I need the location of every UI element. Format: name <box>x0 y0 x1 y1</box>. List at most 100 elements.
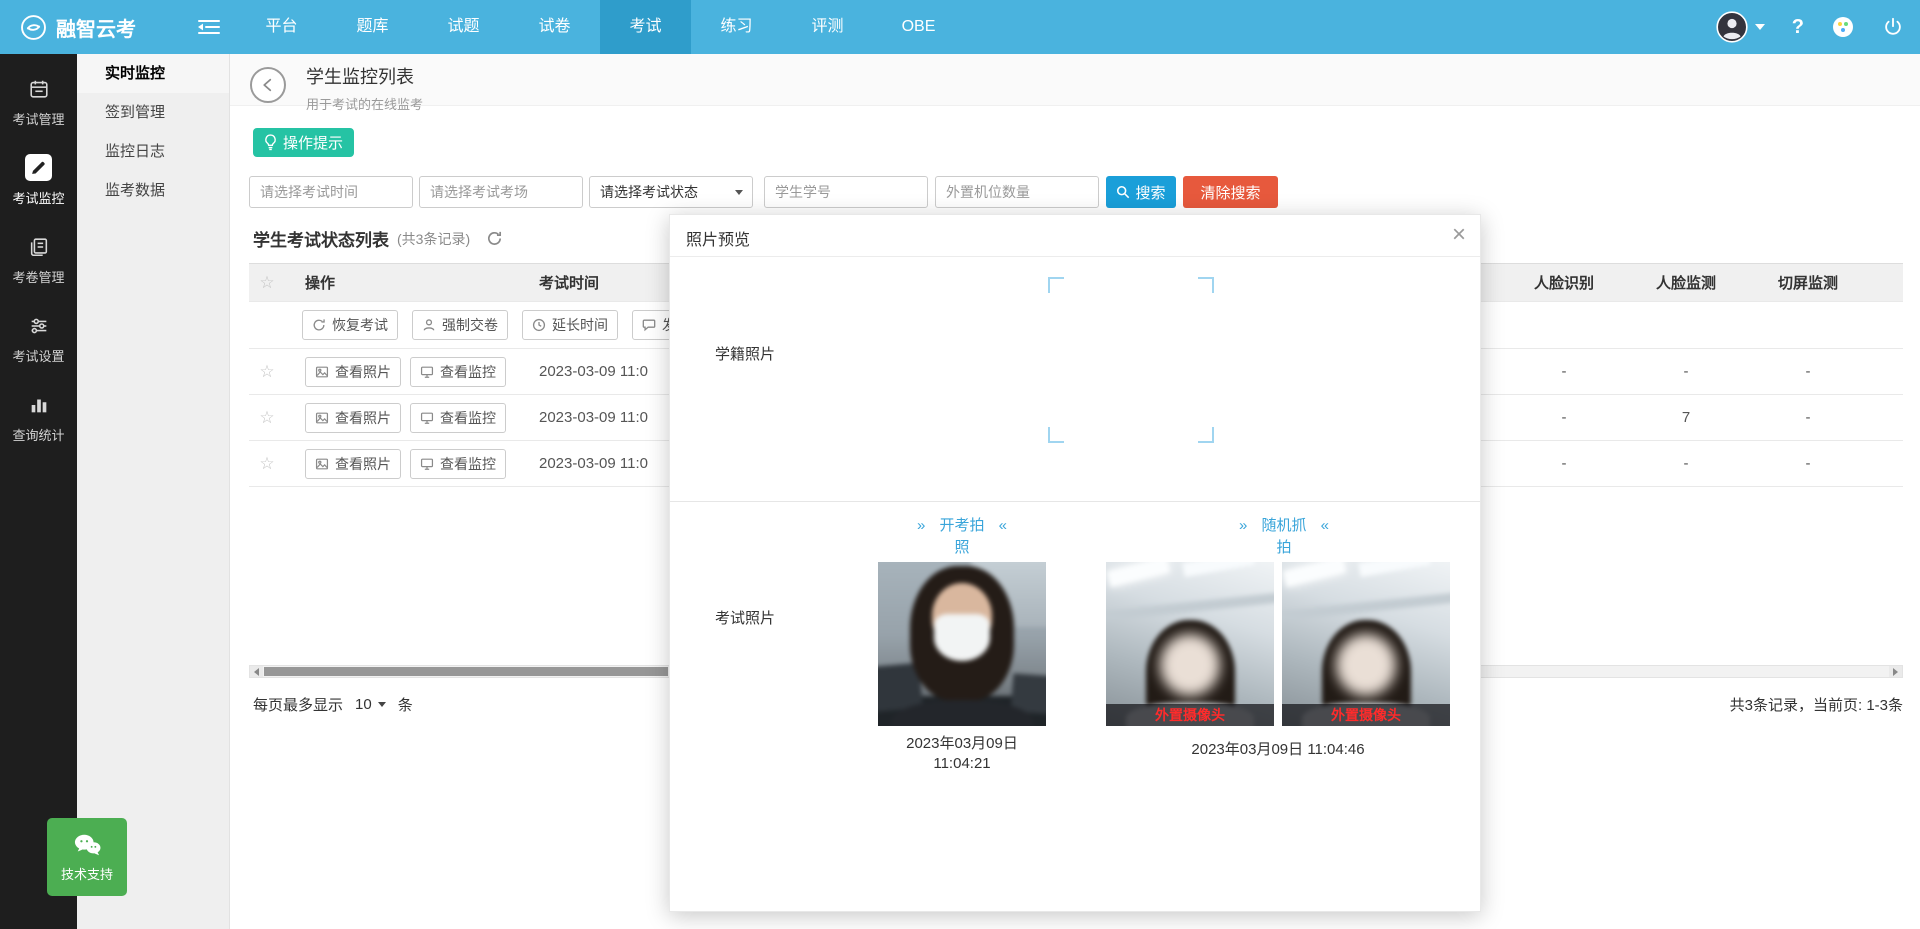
face-recognition-cell: - <box>1503 455 1625 472</box>
back-button[interactable] <box>250 67 286 103</box>
primary-sidebar: 考试管理 考试监控 考卷管理 <box>0 54 77 929</box>
star-icon[interactable]: ☆ <box>249 362 285 382</box>
navbar-actions: ? <box>1716 0 1904 54</box>
wechat-icon <box>72 832 102 858</box>
next-arrow[interactable]: « <box>999 515 1007 537</box>
nav-item-questions[interactable]: 试题 <box>418 0 509 54</box>
page-title: 学生监控列表 <box>306 63 423 89</box>
operation-tips-button[interactable]: 操作提示 <box>253 128 354 157</box>
brand-name: 融智云考 <box>56 13 136 42</box>
resume-exam-button[interactable]: 恢复考试 <box>302 310 398 340</box>
photo-preview-modal: 照片预览 × 学籍照片 考试照片 » 开考拍照 « » 随机抓拍 « <box>669 214 1481 912</box>
help-icon[interactable]: ? <box>1792 16 1804 39</box>
nav-item-practice[interactable]: 练习 <box>691 0 782 54</box>
force-submit-button[interactable]: 强制交卷 <box>412 310 508 340</box>
random-capture-tab: » 随机抓拍 « <box>1236 515 1332 559</box>
per-page-prefix: 每页最多显示 <box>253 694 343 715</box>
exam-status-select[interactable]: 请选择考试状态 <box>589 176 753 208</box>
sidebar-item-query-statistics[interactable]: 查询统计 <box>0 378 77 457</box>
exam-time-input[interactable] <box>249 176 413 208</box>
star-icon[interactable]: ☆ <box>249 408 285 428</box>
sidebar-item-label: 考试设置 <box>12 346 64 365</box>
clear-search-button[interactable]: 清除搜索 <box>1183 176 1278 208</box>
camera-count-input[interactable] <box>935 176 1099 208</box>
screen-monitor-cell: - <box>1747 409 1869 426</box>
registration-photo-label: 学籍照片 <box>715 343 775 364</box>
pagination-summary: 共3条记录，当前页: 1-3条 <box>1730 694 1903 715</box>
page-header-band <box>230 54 1920 106</box>
prev-arrow[interactable]: » <box>1239 515 1247 537</box>
page-title-block: 学生监控列表 用于考试的在线监考 <box>306 63 423 113</box>
modal-divider <box>670 501 1480 502</box>
corner-mark <box>1048 277 1064 293</box>
scroll-left-arrow[interactable] <box>250 666 263 677</box>
submenu-item-checkin-management[interactable]: 签到管理 <box>77 93 229 132</box>
brand[interactable]: 融智云考 <box>20 0 136 54</box>
secondary-sidebar: 实时监控 签到管理 监控日志 监考数据 <box>77 54 230 929</box>
filter-bar: 请选择考试状态 搜索 清除搜索 <box>230 176 1920 208</box>
monitor-icon <box>420 411 434 425</box>
nav-item-platform[interactable]: 平台 <box>236 0 327 54</box>
avatar <box>1716 11 1748 43</box>
monitor-icon <box>420 365 434 379</box>
nav-item-question-bank[interactable]: 题库 <box>327 0 418 54</box>
next-arrow[interactable]: « <box>1321 515 1329 537</box>
logout-icon[interactable] <box>1882 16 1904 38</box>
extend-time-button[interactable]: 延长时间 <box>522 310 618 340</box>
per-page-suffix: 条 <box>398 694 413 715</box>
student-id-input[interactable] <box>764 176 928 208</box>
person-icon <box>422 318 436 332</box>
corner-mark <box>1198 427 1214 443</box>
scroll-right-arrow[interactable] <box>1889 666 1902 677</box>
sidebar-item-paper-management[interactable]: 考卷管理 <box>0 220 77 299</box>
table-title: 学生考试状态列表 <box>253 226 389 251</box>
user-menu[interactable] <box>1716 11 1765 43</box>
chevron-down-icon <box>378 702 386 707</box>
modal-title: 照片预览 <box>686 226 750 250</box>
image-icon <box>315 457 329 471</box>
document-icon <box>25 233 52 260</box>
exam-room-input[interactable] <box>419 176 583 208</box>
exam-start-photo-tab-label: 开考拍照 <box>937 515 987 559</box>
sidebar-item-exam-management[interactable]: 考试管理 <box>0 62 77 141</box>
view-monitor-button[interactable]: 查看监控 <box>410 357 506 387</box>
per-page-select[interactable]: 10 <box>351 694 390 715</box>
random-capture-time: 2023年03月09日 11:04:46 <box>1106 738 1450 759</box>
image-icon <box>315 411 329 425</box>
view-photo-button[interactable]: 查看照片 <box>305 449 401 479</box>
sidebar-item-exam-monitoring[interactable]: 考试监控 <box>0 141 77 220</box>
view-monitor-button[interactable]: 查看监控 <box>410 403 506 433</box>
submenu-item-realtime-monitor[interactable]: 实时监控 <box>77 54 229 93</box>
bulb-icon <box>264 134 277 151</box>
view-photo-button[interactable]: 查看照片 <box>305 357 401 387</box>
view-photo-button[interactable]: 查看照片 <box>305 403 401 433</box>
tech-support-button[interactable]: 技术支持 <box>47 818 127 896</box>
random-capture-photo-2: 外置摄像头 <box>1282 562 1450 726</box>
nav-item-exam[interactable]: 考试 <box>600 0 691 54</box>
search-button[interactable]: 搜索 <box>1106 176 1176 208</box>
nav-item-papers[interactable]: 试卷 <box>509 0 600 54</box>
nav-item-obe[interactable]: OBE <box>873 0 964 54</box>
close-icon[interactable]: × <box>1452 220 1466 250</box>
random-capture-photo-1: 外置摄像头 <box>1106 562 1274 726</box>
prev-arrow[interactable]: » <box>917 515 925 537</box>
star-icon[interactable]: ☆ <box>249 273 285 293</box>
sidebar-item-exam-settings[interactable]: 考试设置 <box>0 299 77 378</box>
scrollbar-thumb[interactable] <box>264 667 668 676</box>
submenu-item-monitor-log[interactable]: 监控日志 <box>77 132 229 171</box>
modal-header: 照片预览 × <box>670 215 1480 257</box>
sidebar-item-label: 考试管理 <box>12 109 64 128</box>
star-icon[interactable]: ☆ <box>249 454 285 474</box>
search-label: 搜索 <box>1135 182 1165 203</box>
theme-icon[interactable] <box>1831 15 1855 39</box>
sidebar-collapse-icon[interactable] <box>198 19 220 35</box>
page-subtitle: 用于考试的在线监考 <box>306 94 423 113</box>
external-camera-caption: 外置摄像头 <box>1106 704 1274 726</box>
submenu-item-proctor-data[interactable]: 监考数据 <box>77 171 229 210</box>
view-monitor-button[interactable]: 查看监控 <box>410 449 506 479</box>
header-operation: 操作 <box>305 272 335 293</box>
refresh-icon[interactable] <box>486 230 503 247</box>
nav-item-evaluation[interactable]: 评测 <box>782 0 873 54</box>
search-icon <box>1116 185 1130 199</box>
face-monitor-cell: - <box>1625 363 1747 380</box>
